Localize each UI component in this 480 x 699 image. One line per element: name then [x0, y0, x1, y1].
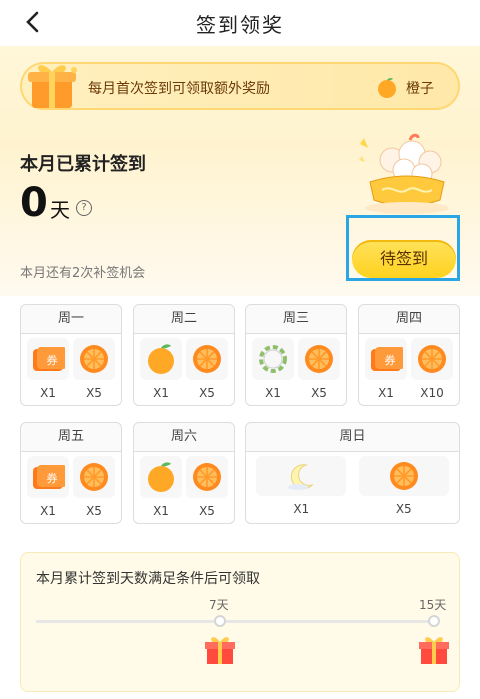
day-label: 周三 [245, 304, 347, 334]
rewards: X1 X5 [245, 452, 460, 524]
day-label: 周四 [358, 304, 460, 334]
day-label: 周二 [133, 304, 235, 334]
reward-item: X5 [73, 456, 115, 518]
reward-item: X5 [358, 456, 449, 516]
rewards: X1 X5 [133, 334, 235, 406]
reward-item: 券 X1 [365, 338, 407, 400]
day-card-sat[interactable]: 周六 X1 X5 [133, 422, 235, 524]
milestone-label-7: 7天 [209, 598, 229, 612]
sign-in-button[interactable]: 待签到 [352, 240, 456, 278]
reward-count: X1 [378, 386, 394, 400]
reward-item: X1 [256, 456, 347, 516]
reward-count: X5 [199, 504, 215, 518]
reward-item: X5 [186, 338, 228, 400]
rewards: X1 X5 [133, 452, 235, 524]
reward-count: X10 [420, 386, 444, 400]
reward-count: X1 [40, 386, 56, 400]
accumulated-days: 0 [20, 180, 48, 226]
milestone-gift-15-icon[interactable] [417, 634, 451, 666]
orange-slice-icon [418, 345, 446, 373]
reward-count: X5 [86, 386, 102, 400]
reward-item: 券 X1 [27, 456, 69, 518]
goal-title: 本月累计签到天数满足条件后可领取 [36, 571, 260, 587]
orange-icon [148, 462, 174, 492]
day-card-fri[interactable]: 周五 券 X1 X5 [20, 422, 122, 524]
coupon-icon: 券 [33, 347, 65, 371]
day-label: 周日 [245, 422, 460, 452]
gift-box-icon [28, 65, 77, 108]
rewards: 券 X1 X5 [20, 452, 122, 524]
progress-track [36, 620, 434, 623]
makeup-chances-text: 本月还有2次补签机会 [20, 266, 146, 281]
coupon-icon: 券 [33, 465, 65, 489]
reward-item: X5 [298, 338, 340, 400]
reward-count: X1 [293, 502, 310, 516]
reward-count: X5 [199, 386, 215, 400]
page-title: 签到领奖 [196, 13, 284, 37]
orange-icon [378, 78, 396, 98]
reward-count: X1 [153, 504, 169, 518]
reward-item: X1 [140, 338, 182, 400]
days-unit: 天 [50, 198, 70, 222]
orange-slice-icon [193, 463, 221, 491]
orange-slice-icon [193, 345, 221, 373]
reward-item: X10 [411, 338, 453, 400]
orange-slice-icon [305, 345, 333, 373]
day-card-thu[interactable]: 周四 券 X1 X10 [358, 304, 460, 406]
reward-count: X5 [86, 504, 102, 518]
reward-count: X5 [311, 386, 327, 400]
orange-slice-icon [389, 462, 418, 490]
wreath-icon [259, 345, 287, 373]
rewards: 券 X1 X10 [358, 334, 460, 406]
orange-icon [148, 344, 174, 374]
milestone-dot-7 [214, 615, 226, 627]
day-label: 周一 [20, 304, 122, 334]
accumulated-label: 本月已累计签到 [20, 154, 146, 175]
banner-orange-label: 橙子 [406, 81, 434, 97]
reward-item: X5 [186, 456, 228, 518]
banner-text: 每月首次签到可领取额外奖励 [88, 81, 270, 97]
svg-text:券: 券 [47, 471, 58, 485]
day-label: 周五 [20, 422, 122, 452]
orange-slice-icon [80, 463, 108, 491]
milestone-dot-15 [428, 615, 440, 627]
orange-slice-icon [80, 345, 108, 373]
reward-item: 券 X1 [27, 338, 69, 400]
day-card-sun[interactable]: 周日 X1 X5 [245, 422, 460, 524]
coupon-icon: 券 [371, 347, 403, 371]
reward-item: X5 [73, 338, 115, 400]
help-icon[interactable]: ? [76, 200, 92, 216]
svg-text:券: 券 [47, 353, 58, 367]
reward-item: X1 [252, 338, 294, 400]
day-card-tue[interactable]: 周二 X1 X5 [133, 304, 235, 406]
svg-text:券: 券 [385, 353, 396, 367]
lucky-pot-illustration [359, 133, 449, 214]
milestone-gift-7-icon[interactable] [203, 634, 237, 666]
rewards: X1 X5 [245, 334, 347, 406]
day-card-mon[interactable]: 周一 券 X1 X5 [20, 304, 122, 406]
rewards: 券 X1 X5 [20, 334, 122, 406]
reward-count: X1 [153, 386, 169, 400]
moon-icon [288, 464, 314, 490]
day-card-wed[interactable]: 周三 X1 X5 [245, 304, 347, 406]
top-bar: 签到领奖 [0, 0, 480, 46]
milestone-label-15: 15天 [419, 598, 447, 612]
reward-count: X1 [40, 504, 56, 518]
day-label: 周六 [133, 422, 235, 452]
reward-count: X1 [265, 386, 281, 400]
reward-count: X5 [395, 502, 412, 516]
reward-item: X1 [140, 456, 182, 518]
